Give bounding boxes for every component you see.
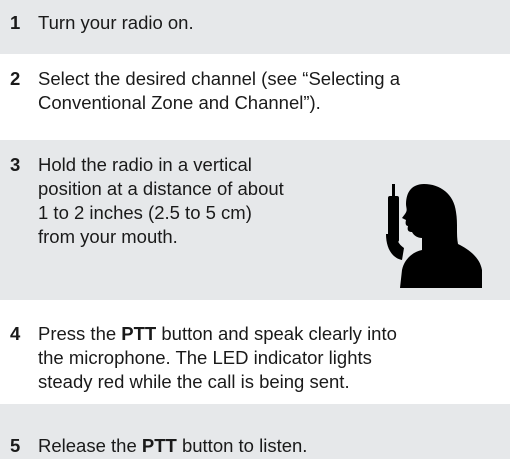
step-text: Release the PTT button to listen. [38,434,307,458]
step-text: Turn your radio on. [38,11,194,35]
step-text-part: button and speak clearly into [156,323,397,344]
step-line: position at a distance of about [38,178,284,199]
step-text-part: Release the [38,435,142,456]
step-line: Turn your radio on. [38,12,194,33]
ptt-button-label: PTT [121,323,157,344]
step-line: steady red while the call is being sent. [38,371,350,392]
step-text-part: Press the [38,323,122,344]
step-number: 3 [10,154,21,175]
step-number: 5 [10,435,21,456]
step-text: Select the desired channel (see “Selecti… [38,67,400,115]
step-number: 4 [10,323,21,344]
person-speaking-into-radio-icon [386,184,482,288]
step-line: from your mouth. [38,226,178,247]
step-line: Press the PTT button and speak clearly i… [38,322,397,346]
step-line: Hold the radio in a vertical [38,154,252,175]
step-line: Release the PTT button to listen. [38,434,307,458]
step-text: Press the PTT button and speak clearly i… [38,322,397,394]
step-line: the microphone. The LED indicator lights [38,347,372,368]
step-number: 2 [10,68,21,89]
step-number: 1 [10,12,21,33]
step-line: Conventional Zone and Channel”). [38,92,321,113]
ptt-button-label: PTT [141,435,177,456]
step-line: Select the desired channel (see “Selecti… [38,68,400,89]
step-text: Hold the radio in a vertical position at… [38,153,284,249]
step-text-part: button to listen. [176,435,308,456]
step-line: 1 to 2 inches (2.5 to 5 cm) [38,202,252,223]
